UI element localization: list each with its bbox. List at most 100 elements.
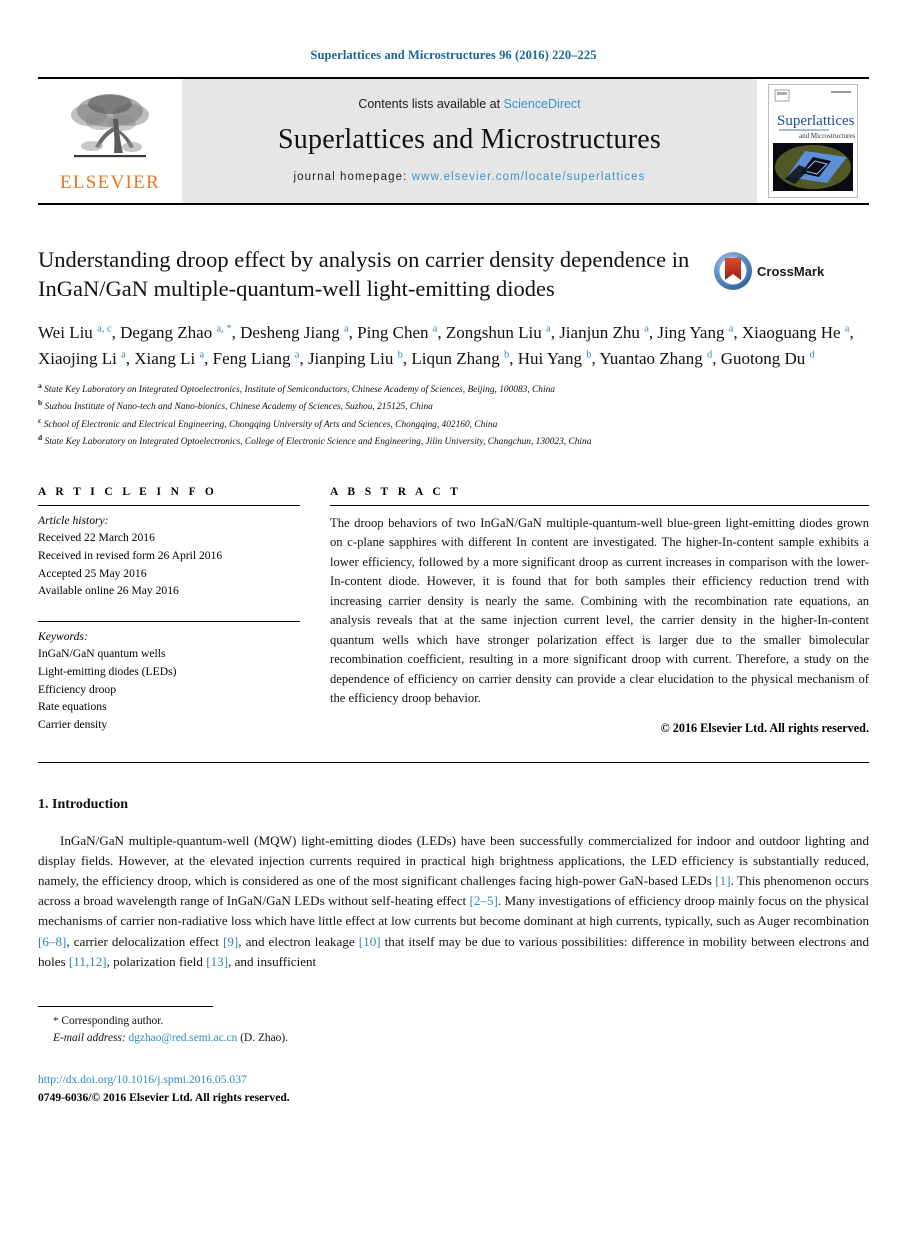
affiliation-text: State Key Laboratory on Integrated Optoe… [44,437,592,448]
citation-link[interactable]: [2–5] [470,893,498,908]
affiliation-marker: c [38,415,42,425]
author-affil-marker: a [728,322,734,334]
contents-available-line: Contents lists available at ScienceDirec… [358,97,580,111]
author-name: Jianping Liu [307,348,394,368]
svg-text:and Microstructures: and Microstructures [799,132,855,140]
author-entry: Xiaoguang He a, [741,322,854,342]
crossmark-badge[interactable]: CrossMark [708,249,830,293]
article-history-label: Article history: [38,513,109,527]
author-affil-marker: a [294,349,300,361]
citation-link[interactable]: [13] [206,954,228,969]
author-name: Xiaojing Li [38,348,117,368]
author-name: Jianjun Zhu [559,322,640,342]
author-affil-marker: a [546,322,551,334]
author-name: Degang Zhao [120,322,213,342]
journal-title: Superlattices and Microstructures [278,124,661,155]
email-link[interactable]: dgzhao@red.semi.ac.cn [129,1032,238,1044]
sciencedirect-link[interactable]: ScienceDirect [504,97,581,111]
author-name: Xiaoguang He [741,322,841,342]
citation-link[interactable]: [9] [223,934,238,949]
keyword-item: InGaN/GaN quantum wells [38,647,166,661]
divider [38,761,869,763]
author-affil-marker: a [344,322,349,334]
author-entry: Guotong Du d [721,349,815,368]
elsevier-wordmark: ELSEVIER [59,171,161,193]
running-head: Superlattices and Microstructures 96 (20… [310,48,597,62]
doi-link[interactable]: http://dx.doi.org/10.1016/j.spmi.2016.05… [38,1071,869,1088]
page-footer: http://dx.doi.org/10.1016/j.spmi.2016.05… [38,1071,869,1106]
author-entry: Liqun Zhang b, [411,348,514,368]
author-name: Xiang Li [134,348,196,368]
author-affil-marker: d [809,349,815,361]
affiliation-text: Suzhou Institute of Nano-tech and Nano-b… [44,402,433,413]
author-affil-marker: a [844,322,850,334]
citation-link[interactable]: [10] [359,934,381,949]
author-affil-marker: b [503,349,510,361]
asterisk-marker: * [53,1014,59,1027]
article-info-column: A R T I C L E I N F O Article history: R… [38,486,330,736]
homepage-url-link[interactable]: www.elsevier.com/locate/superlattices [412,171,646,183]
author-name: Zongshun Liu [445,322,542,342]
author-entry: Ping Chen a, [357,322,442,342]
author-affil-marker: a, * [216,322,232,334]
affiliation-marker: b [38,398,43,408]
author-affil-marker: a [432,322,438,334]
email-line: E-mail address: dgzhao@red.semi.ac.cn (D… [38,1030,869,1047]
article-info-heading: A R T I C L E I N F O [38,485,218,498]
issn-copyright-line: 0749-6036/© 2016 Elsevier Ltd. All right… [38,1090,290,1104]
history-item: Received in revised form 26 April 2016 [38,548,223,562]
affiliation-marker: a [38,381,42,391]
author-list: Wei Liu a, c, Degang Zhao a, *, Desheng … [38,320,869,373]
keywords-block: Keywords: InGaN/GaN quantum wells Light-… [38,622,300,734]
author-name: Desheng Jiang [240,322,340,342]
elsevier-logo: ELSEVIER [38,79,182,203]
crossmark-icon: CrossMark [714,252,825,290]
corresponding-author-footnote: * Corresponding author. E-mail address: … [38,1013,869,1047]
elsevier-tree-icon [71,93,149,157]
page-title: Understanding droop effect by analysis o… [38,247,690,302]
author-entry: Degang Zhao a, *, [120,322,236,342]
author-name: Feng Liang [212,348,291,368]
author-affil-marker: d [706,349,713,361]
email-label: E-mail address: [53,1032,126,1045]
keyword-item: Light-emitting diodes (LEDs) [38,664,177,678]
author-name: Ping Chen [357,322,429,342]
affiliation-item: a State Key Laboratory on Integrated Opt… [38,381,869,398]
article-history-block: Article history: Received 22 March 2016 … [38,506,300,600]
author-name: Wei Liu [38,322,93,342]
abstract-text: The droop behaviors of two InGaN/GaN mul… [330,515,869,706]
author-affil-marker: b [586,349,592,361]
author-affil-marker: a [121,349,126,361]
keyword-item: Efficiency droop [38,682,117,696]
abstract-heading: A B S T R A C T [330,485,462,498]
svg-text:Superlattices: Superlattices [777,113,855,129]
introduction-paragraph: InGaN/GaN multiple-quantum-well (MQW) li… [38,832,869,969]
corresponding-author-text: Corresponding author. [61,1014,164,1027]
article-first-page: Superlattices and Microstructures 96 (20… [0,0,907,1238]
affiliation-marker: d [38,432,43,442]
author-name: Liqun Zhang [411,348,500,368]
citation-link[interactable]: [11,12] [69,954,107,969]
abstract-copyright: © 2016 Elsevier Ltd. All rights reserved… [660,720,869,735]
svg-text:CrossMark: CrossMark [757,264,825,279]
keyword-item: Rate equations [38,700,107,714]
journal-homepage-line: journal homepage: www.elsevier.com/locat… [294,171,646,183]
author-entry: Yuantao Zhang d, [599,348,717,368]
cover-artwork-icon: Superlattices and Microstructures [769,85,857,197]
author-entry: Desheng Jiang a, [240,322,353,342]
author-entry: Hui Yang b, [517,348,596,368]
author-entry: Jing Yang a, [657,322,738,342]
affiliation-text: State Key Laboratory on Integrated Optoe… [44,385,555,396]
affiliation-item: b Suzhou Institute of Nano-tech and Nano… [38,398,869,415]
author-entry: Jianping Liu b, [307,348,408,368]
abstract-column: A B S T R A C T The droop behaviors of t… [330,486,869,736]
email-suffix: (D. Zhao). [240,1032,289,1045]
citation-link[interactable]: [1] [715,873,730,888]
keywords-label: Keywords: [38,629,88,643]
author-affil-marker: a [199,349,205,361]
citation-link[interactable]: [6–8] [38,934,66,949]
affiliation-text: School of Electronic and Electrical Engi… [43,419,498,430]
author-name: Yuantao Zhang [599,348,703,368]
history-item: Available online 26 May 2016 [38,584,179,598]
